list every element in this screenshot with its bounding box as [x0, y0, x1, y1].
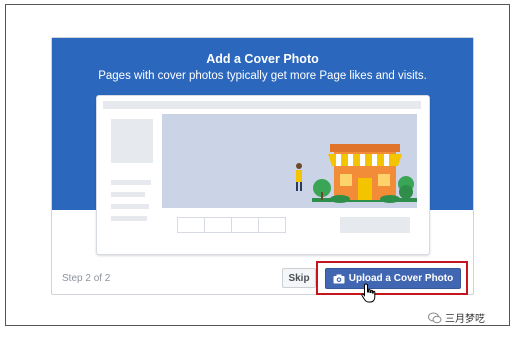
upload-cover-photo-button[interactable]: Upload a Cover Photo [325, 268, 461, 289]
preview-topbar [103, 101, 421, 109]
preview-tab [177, 217, 205, 233]
skip-button[interactable]: Skip [282, 268, 316, 288]
camera-icon [333, 274, 345, 283]
watermark: 三月梦呓 [428, 310, 485, 325]
preview-tab [204, 217, 232, 233]
preview-cover-area [162, 114, 417, 208]
preview-line [111, 216, 147, 221]
step-indicator: Step 2 of 2 [62, 273, 111, 284]
preview-action-button [340, 217, 410, 233]
preview-line [111, 192, 145, 197]
dialog-subtitle: Pages with cover photos typically get mo… [98, 70, 427, 82]
cover-photo-dialog: Add a Cover Photo Pages with cover photo… [51, 37, 474, 303]
dialog-title: Add a Cover Photo [206, 52, 319, 66]
preview-tab [231, 217, 259, 233]
preview-profile-picture [111, 119, 153, 163]
screenshot-frame: Add a Cover Photo Pages with cover photo… [5, 4, 510, 326]
storefront-illustration [296, 144, 417, 203]
hand-pointer-icon [361, 283, 376, 303]
watermark-text: 三月梦呓 [445, 314, 485, 325]
wechat-icon [428, 312, 442, 323]
preview-line [111, 180, 151, 185]
preview-tab [258, 217, 286, 233]
preview-line [111, 204, 149, 209]
page-preview-illustration [96, 95, 430, 255]
